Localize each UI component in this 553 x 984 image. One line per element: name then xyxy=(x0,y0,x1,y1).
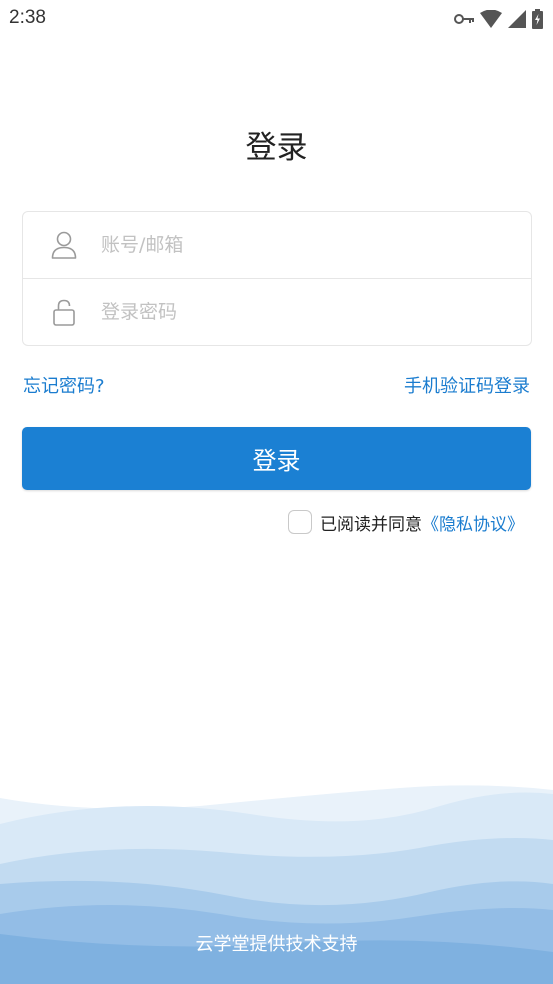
status-bar: 2:38 xyxy=(0,0,553,38)
vpn-key-icon xyxy=(454,12,474,26)
agreement-row: 已阅读并同意 《隐私协议》 xyxy=(288,509,524,535)
page-title: 登录 xyxy=(245,130,308,166)
sms-login-link[interactable]: 手机验证码登录 xyxy=(404,372,530,398)
login-button[interactable]: 登录 xyxy=(22,427,531,490)
status-time: 2:38 xyxy=(9,7,46,28)
lock-icon xyxy=(51,298,77,326)
footer-text: 云学堂提供技术支持 xyxy=(195,934,358,955)
user-icon xyxy=(51,231,77,259)
wifi-icon xyxy=(480,10,502,28)
password-input[interactable] xyxy=(101,291,511,333)
agreement-text: 已阅读并同意 xyxy=(320,514,422,535)
privacy-policy-link[interactable]: 《隐私协议》 xyxy=(422,510,524,535)
password-row xyxy=(23,279,531,345)
auth-links: 忘记密码? 手机验证码登录 xyxy=(22,372,530,400)
account-row xyxy=(23,212,531,279)
status-icons xyxy=(454,8,543,30)
login-form xyxy=(22,211,532,346)
agreement-checkbox[interactable] xyxy=(288,510,312,534)
forgot-password-link[interactable]: 忘记密码? xyxy=(23,372,105,398)
account-input[interactable] xyxy=(101,224,511,266)
signal-icon xyxy=(508,10,526,28)
battery-charging-icon xyxy=(532,9,543,29)
